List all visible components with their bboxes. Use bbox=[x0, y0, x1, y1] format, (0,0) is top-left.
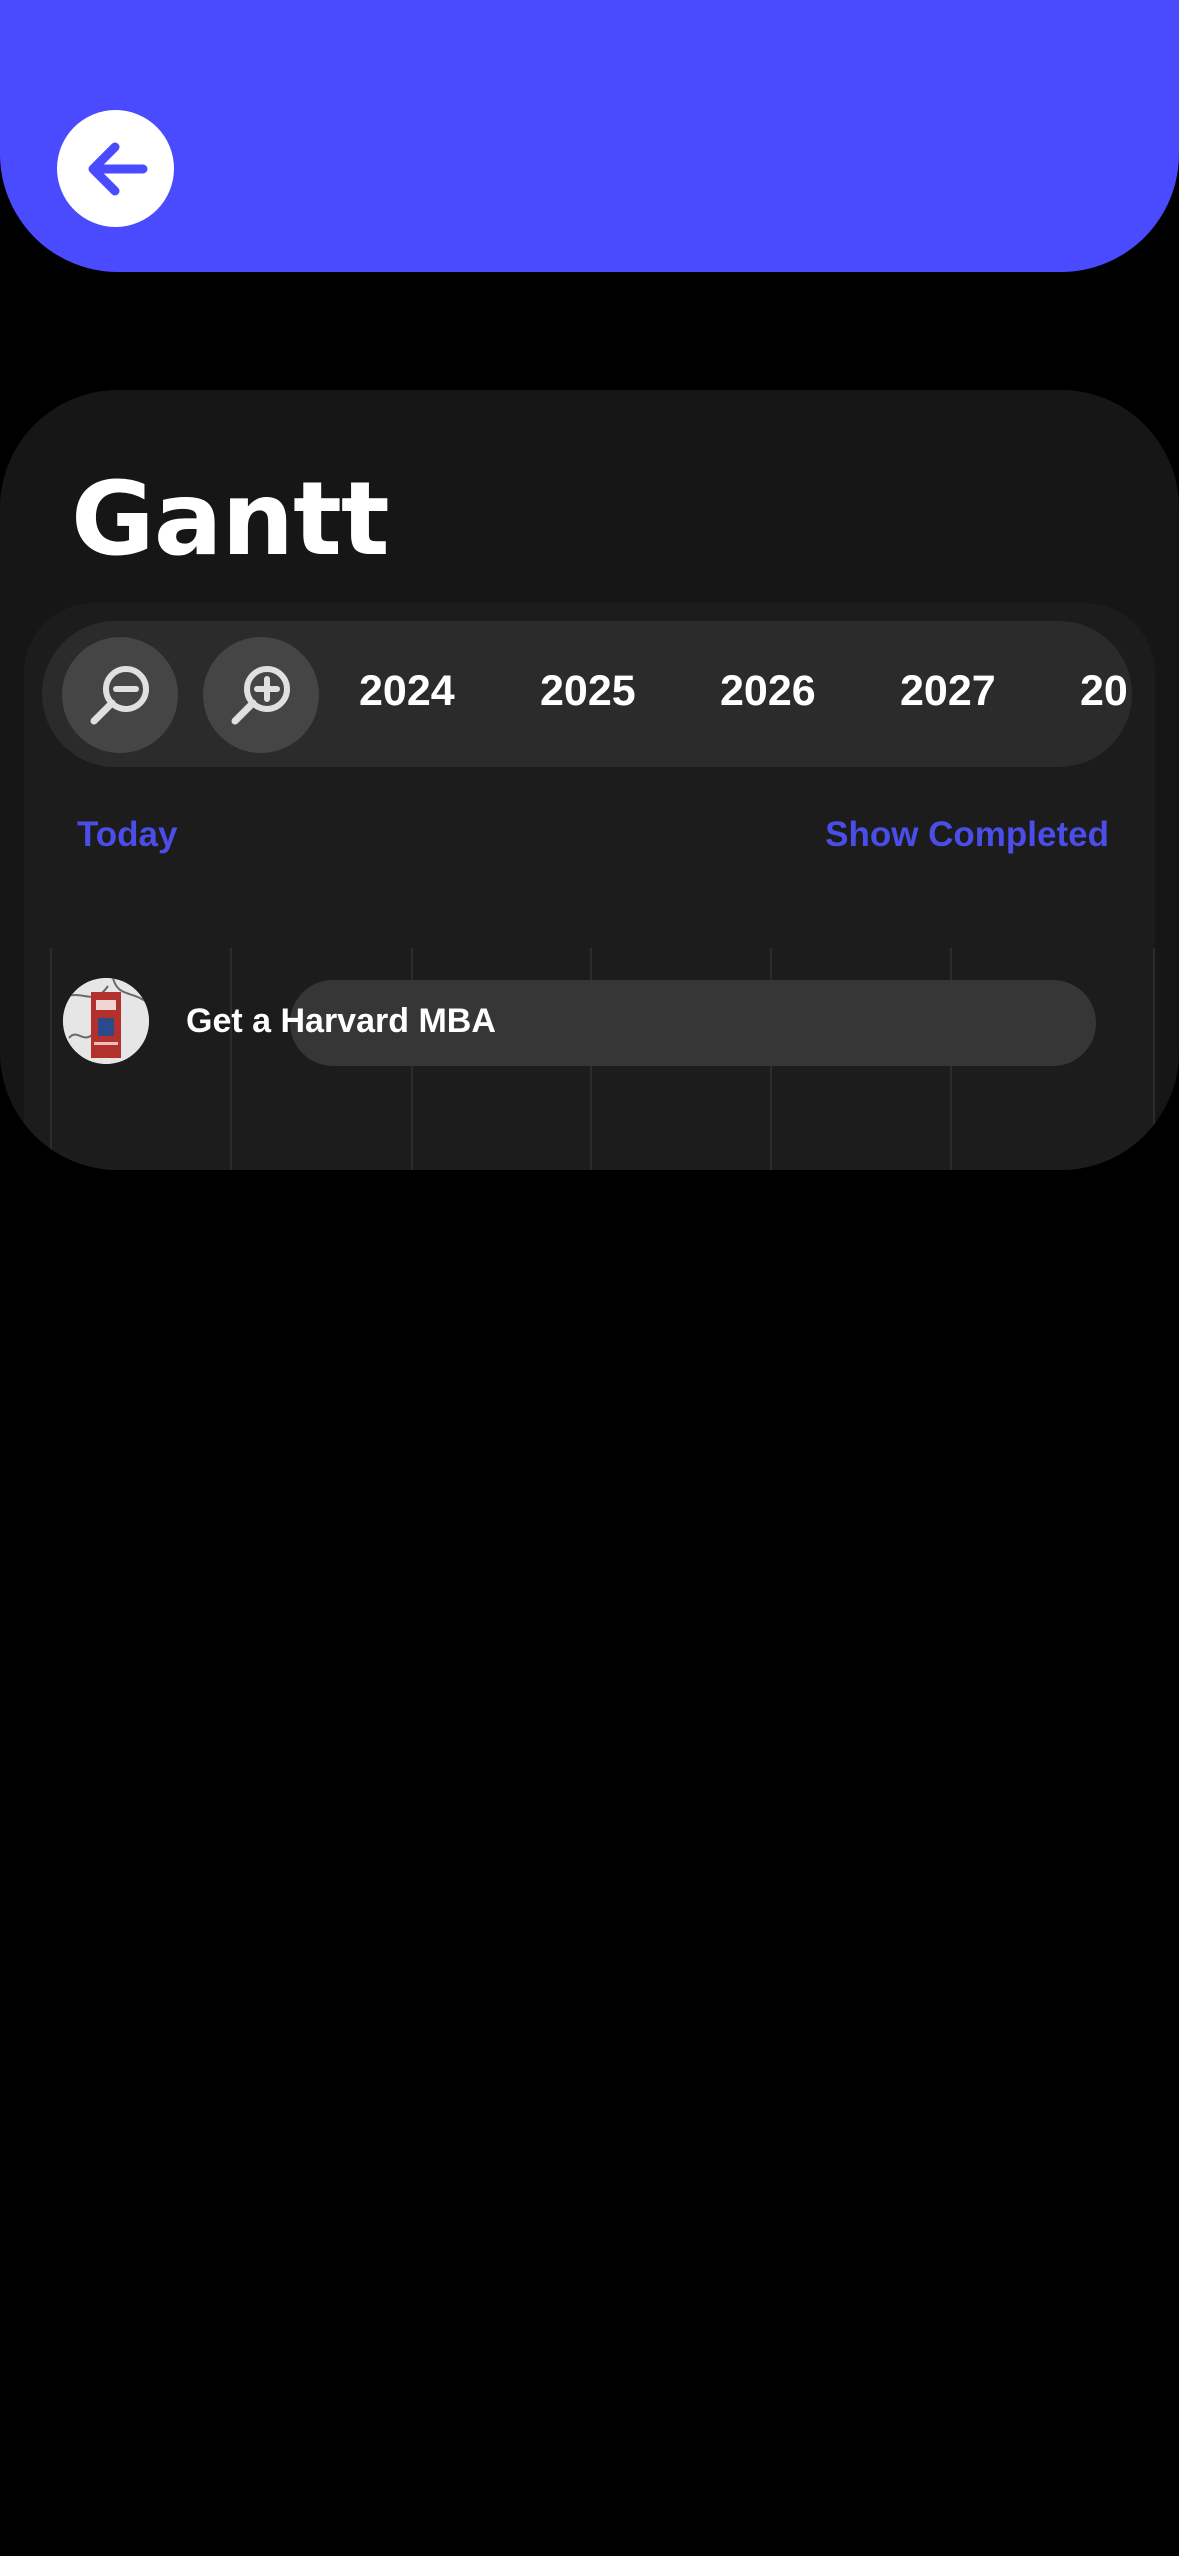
year-label-2026[interactable]: 2026 bbox=[720, 661, 816, 721]
zoom-in-button[interactable] bbox=[203, 637, 319, 753]
year-label-partial[interactable]: 20 bbox=[1080, 661, 1128, 721]
show-completed-link[interactable]: Show Completed bbox=[825, 810, 1109, 860]
page-title: Gantt bbox=[71, 460, 390, 579]
task-label: Get a Harvard MBA bbox=[186, 1002, 496, 1040]
arrow-left-icon bbox=[88, 142, 147, 195]
harvard-photo bbox=[63, 978, 149, 1064]
zoom-in-icon bbox=[231, 666, 290, 725]
zoom-out-icon bbox=[90, 666, 149, 725]
gantt-panel: 2024 2025 2026 2027 20 Today Show Comple… bbox=[24, 603, 1155, 1170]
timeline-toolbar[interactable]: 2024 2025 2026 2027 20 bbox=[42, 621, 1132, 767]
year-label-2027[interactable]: 2027 bbox=[900, 661, 996, 721]
gantt-card: Gantt 2024 2025 2026 2027 20 Today Show … bbox=[0, 390, 1179, 1170]
gantt-task-row[interactable]: Get a Harvard MBA bbox=[24, 978, 1155, 1068]
today-link[interactable]: Today bbox=[77, 810, 177, 860]
zoom-out-button[interactable] bbox=[62, 637, 178, 753]
header-bar bbox=[0, 0, 1179, 272]
task-avatar bbox=[63, 978, 149, 1064]
year-label-2025[interactable]: 2025 bbox=[540, 661, 636, 721]
back-button[interactable] bbox=[57, 110, 174, 227]
year-label-2024[interactable]: 2024 bbox=[359, 661, 455, 721]
